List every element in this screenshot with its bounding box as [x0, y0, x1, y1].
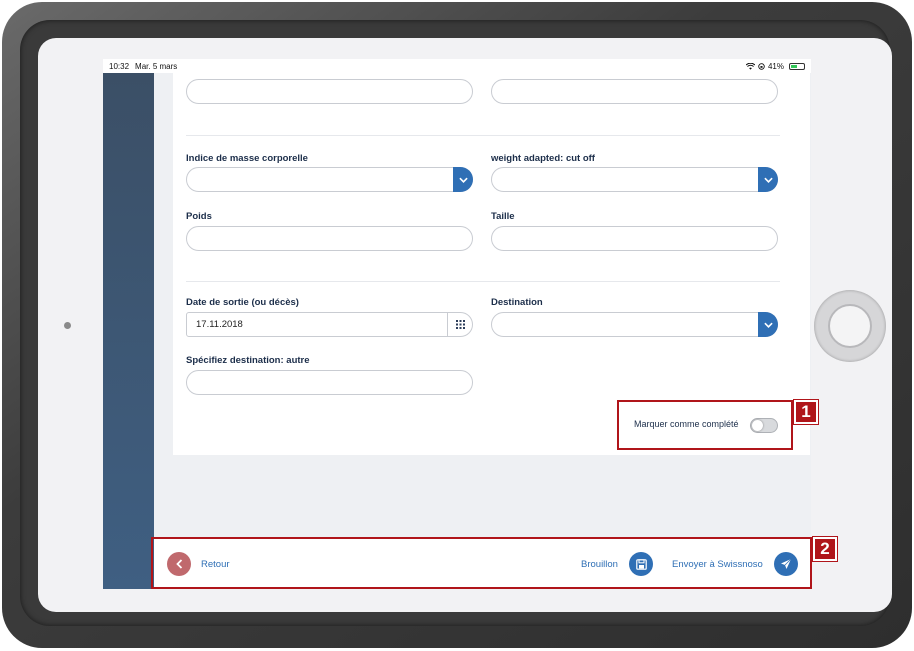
- calendar-grid-icon: [455, 320, 465, 329]
- battery-percentage: 41%: [767, 61, 784, 71]
- destination-select[interactable]: [491, 312, 778, 337]
- status-bar: 10:32 Mar. 5 mars 41%: [103, 59, 811, 73]
- bmi-select[interactable]: [186, 167, 473, 192]
- callout-number: 2: [813, 537, 837, 561]
- chevron-down-icon: [458, 177, 468, 183]
- camera-icon: [64, 322, 71, 329]
- status-time: 10:32: [109, 61, 130, 71]
- weight-input[interactable]: [186, 226, 473, 251]
- input-top-right[interactable]: [491, 79, 778, 104]
- calendar-button[interactable]: [447, 313, 472, 336]
- home-button[interactable]: [828, 304, 872, 348]
- callout-box-complete-toggle: [617, 400, 793, 450]
- discharge-date-value: 17.11.2018: [196, 319, 243, 330]
- destination-other-input[interactable]: [186, 370, 473, 395]
- weight-adapted-select[interactable]: [491, 167, 778, 192]
- bmi-label: Indice de masse corporelle: [186, 153, 308, 164]
- wifi-icon: [745, 62, 755, 70]
- input-top-left[interactable]: [186, 79, 473, 104]
- chevron-down-icon: [763, 322, 773, 328]
- weight-adapted-dropdown-button[interactable]: [758, 167, 778, 192]
- form-card: Indice de masse corporelle weight adapte…: [173, 73, 810, 455]
- section-divider: [186, 135, 780, 136]
- sidebar: [103, 73, 154, 589]
- destination-label: Destination: [491, 297, 543, 308]
- height-input[interactable]: [491, 226, 778, 251]
- discharge-date-input[interactable]: 17.11.2018: [186, 312, 473, 337]
- weight-label: Poids: [186, 211, 212, 222]
- destination-dropdown-button[interactable]: [758, 312, 778, 337]
- app-screen: 10:32 Mar. 5 mars 41% Indice de masse co…: [103, 59, 811, 589]
- bmi-dropdown-button[interactable]: [453, 167, 473, 192]
- status-date: Mar. 5 mars: [135, 61, 178, 71]
- battery-icon: [789, 62, 805, 70]
- orientation-lock-icon: [758, 62, 765, 70]
- section-divider: [186, 281, 780, 282]
- height-label: Taille: [491, 211, 515, 222]
- chevron-down-icon: [763, 177, 773, 183]
- callout-box-action-bar: [151, 537, 812, 589]
- discharge-date-label: Date de sortie (ou décès): [186, 297, 299, 308]
- weight-adapted-label: weight adapted: cut off: [491, 153, 595, 164]
- callout-number: 1: [794, 400, 818, 424]
- destination-other-label: Spécifiez destination: autre: [186, 355, 310, 366]
